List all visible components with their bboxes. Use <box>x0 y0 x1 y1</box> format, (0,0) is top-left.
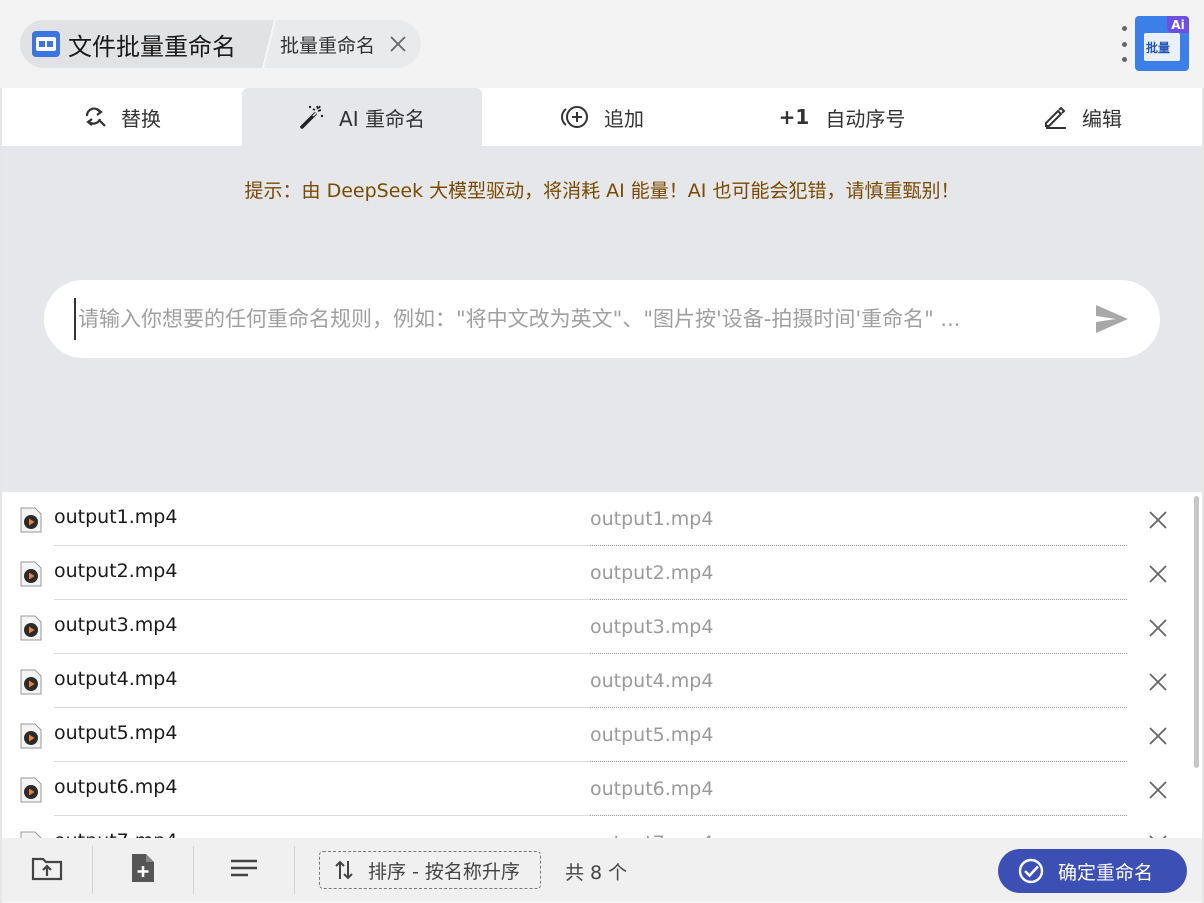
original-filename: output6.mp4 <box>54 776 178 798</box>
video-file-icon <box>20 615 42 641</box>
add-circle-icon <box>560 105 590 129</box>
replace-icon <box>83 106 107 128</box>
add-folder-button[interactable] <box>2 838 92 901</box>
ai-batch-logo: 批量 Ai <box>1135 16 1189 71</box>
sort-arrows-icon <box>334 859 354 881</box>
new-filename-preview: output5.mp4 <box>590 724 714 746</box>
remove-file-icon[interactable] <box>1146 508 1170 532</box>
remove-file-icon[interactable] <box>1146 778 1170 802</box>
original-filename: output2.mp4 <box>54 560 178 582</box>
bottom-toolbar: 排序 - 按名称升序 共 8 个 确定重命名 <box>2 838 1202 901</box>
toolbar-divider <box>193 846 194 894</box>
file-row[interactable]: output7.mp4output7.mp4 <box>2 816 1192 838</box>
add-file-button[interactable] <box>98 838 188 901</box>
tab-ai-rename[interactable]: AI 重命名 <box>242 88 482 146</box>
check-circle-icon <box>1018 858 1044 884</box>
list-view-button[interactable] <box>199 838 289 901</box>
breadcrumb-current-label: 批量重命名 <box>280 34 376 57</box>
remove-file-icon[interactable] <box>1146 616 1170 640</box>
toolbar-divider <box>92 846 93 894</box>
prompt-box <box>44 280 1160 358</box>
app-icon <box>32 31 60 57</box>
tab-ai-rename-label: AI 重命名 <box>339 106 425 131</box>
file-row[interactable]: output1.mp4 output1.mp4 <box>2 492 1192 546</box>
file-row[interactable]: output2.mp4 output2.mp4 <box>2 546 1192 600</box>
file-row[interactable]: output6.mp4 output6.mp4 <box>2 762 1192 816</box>
more-menu-icon[interactable] <box>1116 26 1132 62</box>
sort-button[interactable]: 排序 - 按名称升序 <box>319 851 541 889</box>
remove-file-icon[interactable] <box>1146 670 1170 694</box>
breadcrumb: 文件批量重命名 批量重命名 <box>20 20 422 68</box>
logo-badge: Ai <box>1167 16 1189 33</box>
original-filename: output4.mp4 <box>54 668 178 690</box>
sort-label: 排序 - 按名称升序 <box>368 860 520 883</box>
list-lines-icon <box>230 859 258 881</box>
close-tab-icon[interactable] <box>387 33 409 55</box>
magic-wand-icon <box>299 104 325 130</box>
send-icon[interactable] <box>1094 302 1130 336</box>
logo-text: 批量 <box>1144 33 1180 61</box>
remove-file-icon[interactable] <box>1146 724 1170 748</box>
scrollbar[interactable] <box>1194 496 1199 768</box>
remove-file-icon[interactable] <box>1146 562 1170 586</box>
tab-edit-label: 编辑 <box>1082 106 1122 131</box>
app-title: 文件批量重命名 <box>68 32 236 61</box>
tab-auto-number[interactable]: +1 自动序号 <box>722 88 962 146</box>
toolbar-divider <box>294 846 295 894</box>
tab-append-label: 追加 <box>604 106 644 131</box>
confirm-rename-button[interactable]: 确定重命名 <box>998 849 1187 893</box>
file-add-icon <box>130 852 156 888</box>
folder-upload-icon <box>31 855 63 885</box>
tab-edit[interactable]: 编辑 <box>962 88 1202 146</box>
file-count: 共 8 个 <box>565 862 628 884</box>
tab-append[interactable]: 追加 <box>482 88 722 146</box>
mode-tabs: 替换 AI 重命名 追加 +1 自动序号 编辑 <box>2 88 1202 146</box>
breadcrumb-home[interactable]: 文件批量重命名 <box>20 20 258 68</box>
original-filename: output7.mp4 <box>54 830 177 838</box>
video-file-icon <box>20 561 42 587</box>
ai-rename-panel: 提示：由 DeepSeek 大模型驱动，将消耗 AI 能量！AI 也可能会犯错，… <box>2 146 1202 492</box>
original-filename: output1.mp4 <box>54 506 178 528</box>
video-file-icon <box>20 507 42 533</box>
file-row[interactable]: output5.mp4 output5.mp4 <box>2 708 1192 762</box>
new-filename-preview: output4.mp4 <box>590 670 714 692</box>
video-file-icon <box>20 777 42 803</box>
file-row[interactable]: output4.mp4 output4.mp4 <box>2 654 1192 708</box>
hint-text: 提示：由 DeepSeek 大模型驱动，将消耗 AI 能量！AI 也可能会犯错，… <box>244 180 960 202</box>
new-filename-preview: output2.mp4 <box>590 562 714 584</box>
video-file-icon <box>20 669 42 695</box>
file-list: output1.mp4 output1.mp4 output2.mp4 output2… <box>2 492 1202 838</box>
original-filename: output3.mp4 <box>54 614 178 636</box>
tab-replace[interactable]: 替换 <box>2 88 242 146</box>
confirm-rename-label: 确定重命名 <box>1058 861 1154 884</box>
edit-icon <box>1042 105 1068 129</box>
plus-one-icon: +1 <box>778 105 810 129</box>
breadcrumb-current[interactable]: 批量重命名 <box>258 20 422 68</box>
rename-rule-input[interactable] <box>74 298 1054 340</box>
file-row[interactable]: output3.mp4 output3.mp4 <box>2 600 1192 654</box>
video-file-icon <box>20 831 42 838</box>
original-filename: output5.mp4 <box>54 722 178 744</box>
tab-replace-label: 替换 <box>121 106 161 131</box>
new-filename-preview: output3.mp4 <box>590 616 714 638</box>
video-file-icon <box>20 723 42 749</box>
new-filename-preview: output1.mp4 <box>590 508 714 530</box>
new-filename-preview: output6.mp4 <box>590 778 714 800</box>
title-bar: 文件批量重命名 批量重命名 批量 Ai <box>0 0 1204 88</box>
tab-auto-number-label: 自动序号 <box>825 106 906 131</box>
